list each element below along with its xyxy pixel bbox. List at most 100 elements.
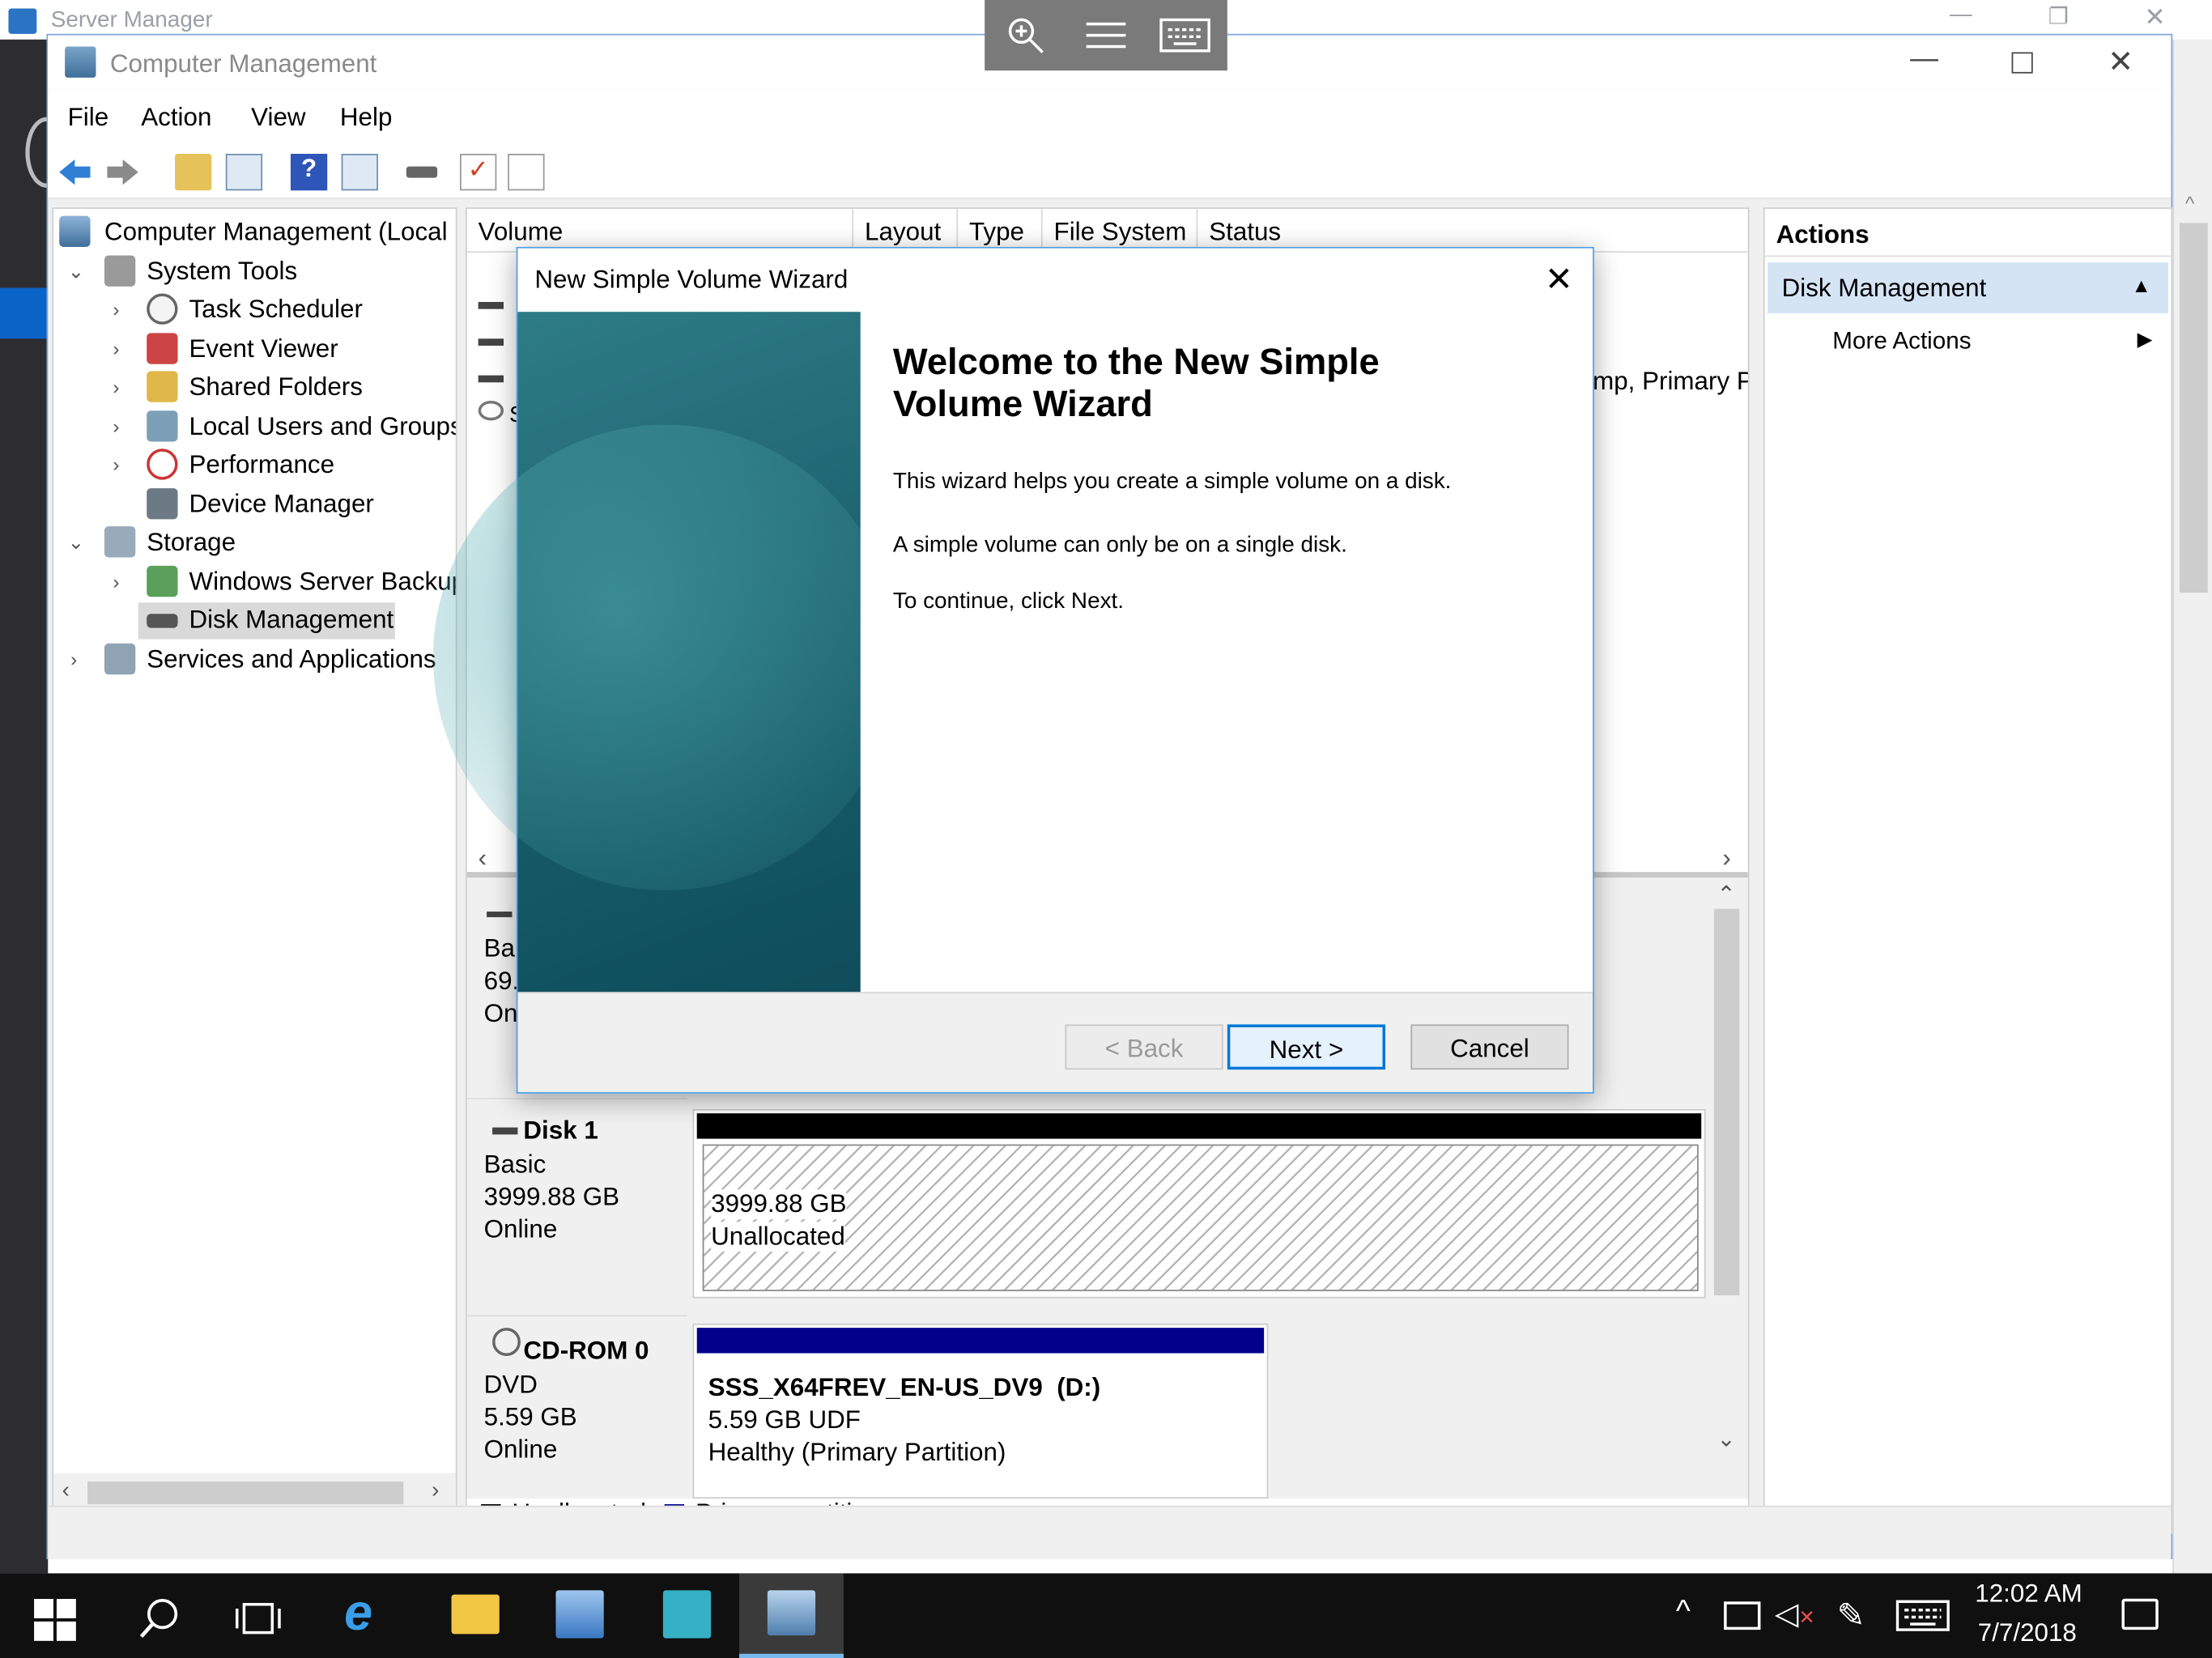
zoom-icon[interactable] xyxy=(1005,14,1047,56)
clock-time[interactable]: 12:02 AM xyxy=(1975,1579,2082,1609)
disk1-unallocated-partition[interactable]: 3999.88 GB Unallocated xyxy=(692,1108,1706,1299)
checklist-icon[interactable]: ✓ xyxy=(460,153,497,191)
tree-performance[interactable]: › Performance xyxy=(59,448,456,484)
actions-more-actions[interactable]: More Actions ▶ xyxy=(1767,319,2168,364)
chevron-right-icon[interactable]: › xyxy=(113,453,119,475)
show-action-pane-icon[interactable] xyxy=(341,153,378,191)
tree-event-viewer[interactable]: › Event Viewer xyxy=(59,332,456,368)
search-icon[interactable] xyxy=(135,1596,183,1641)
network-icon[interactable] xyxy=(1724,1601,1761,1630)
cd-row-icon xyxy=(478,401,504,421)
close-button[interactable]: ✕ xyxy=(2108,44,2133,80)
scroll-right-icon[interactable]: › xyxy=(432,1479,439,1504)
tree-root[interactable]: Computer Management (Local xyxy=(59,215,456,251)
tree-device-manager[interactable]: Device Manager xyxy=(59,487,456,523)
bg-minimize-button[interactable]: — xyxy=(1950,2,1972,28)
scroll-thumb[interactable] xyxy=(2179,223,2208,593)
task-view-icon[interactable] xyxy=(234,1596,282,1641)
column-volume[interactable]: Volume xyxy=(467,208,854,252)
show-hide-tree-icon[interactable] xyxy=(225,153,263,191)
actions-section-disk-management[interactable]: Disk Management ▲ xyxy=(1767,262,2168,313)
scroll-down-icon[interactable]: ⌄ xyxy=(1716,1425,1735,1453)
tree-services-applications[interactable]: › Services and Applications xyxy=(59,642,456,678)
scroll-up-icon[interactable]: ^ xyxy=(2185,192,2194,215)
tree-system-tools[interactable]: ⌄ System Tools xyxy=(59,254,456,291)
column-file-system[interactable]: File System xyxy=(1043,208,1198,252)
maximize-button[interactable] xyxy=(2011,52,2033,74)
windows-store-icon[interactable] xyxy=(662,1590,712,1639)
server-manager-sidebar xyxy=(0,39,68,1574)
file-explorer-icon[interactable] xyxy=(451,1594,500,1635)
internet-explorer-icon[interactable]: e xyxy=(344,1584,392,1640)
chevron-down-icon[interactable]: ⌄ xyxy=(68,530,84,555)
tree-task-scheduler[interactable]: › Task Scheduler xyxy=(59,292,456,329)
chevron-down-icon[interactable]: ⌄ xyxy=(68,260,84,284)
scroll-up-icon[interactable]: ⌃ xyxy=(1716,881,1735,909)
chevron-right-icon[interactable]: › xyxy=(113,298,119,321)
server-manager-scrollbar[interactable]: ^ xyxy=(2172,39,2212,1574)
dialog-close-button[interactable]: ✕ xyxy=(1545,260,1573,301)
show-hidden-icons-icon[interactable]: ^ xyxy=(1676,1593,1691,1630)
wizard-heading-line2: Volume Wizard xyxy=(892,382,1153,425)
sidebar-selected-item[interactable] xyxy=(0,287,49,339)
connect-disk-icon[interactable] xyxy=(406,154,443,190)
tree-disk-management[interactable]: Disk Management xyxy=(138,602,395,640)
column-status[interactable]: Status xyxy=(1197,209,1748,251)
pen-icon[interactable]: ✎ xyxy=(1837,1596,1865,1637)
chevron-right-icon[interactable]: › xyxy=(113,376,119,398)
menu-help[interactable]: Help xyxy=(340,103,393,133)
server-manager-icon xyxy=(8,8,37,34)
dialog-titlebar: New Simple Volume Wizard ✕ xyxy=(517,248,1593,312)
graphical-vscrollbar[interactable]: ⌃ ⌄ xyxy=(1708,878,1746,1462)
chevron-right-icon[interactable]: › xyxy=(113,338,119,360)
scroll-left-icon[interactable]: ‹ xyxy=(479,844,487,874)
notifications-icon[interactable] xyxy=(2121,1598,2159,1630)
device-manager-icon xyxy=(147,488,178,520)
scroll-left-icon[interactable]: ‹ xyxy=(62,1479,70,1504)
computer-management-taskbar-button[interactable] xyxy=(738,1573,844,1658)
menu-icon[interactable] xyxy=(1083,17,1129,53)
tree-shared-folders[interactable]: › Shared Folders xyxy=(59,370,456,406)
keyboard-icon[interactable] xyxy=(1159,18,1210,53)
next-button[interactable]: Next > xyxy=(1227,1024,1385,1070)
cdrom-volume[interactable]: SSS_X64FREV_EN-US_DV9 (D:) 5.59 GB UDF H… xyxy=(692,1323,1269,1499)
back-button[interactable]: < Back xyxy=(1065,1024,1223,1070)
tree-storage[interactable]: ⌄ Storage xyxy=(59,525,456,561)
menu-action[interactable]: Action xyxy=(141,103,211,133)
event-viewer-icon xyxy=(147,333,178,364)
column-layout[interactable]: Layout xyxy=(853,208,959,252)
menu-file[interactable]: File xyxy=(68,103,109,133)
taskbar: e ^ ◁✕ ✎ 12:02 AM 7/7/2018 xyxy=(0,1573,2212,1658)
actions-pane: Actions Disk Management ▲ More Actions ▶ xyxy=(1763,207,2173,1534)
chevron-right-icon[interactable]: › xyxy=(113,414,119,437)
scroll-right-icon[interactable]: › xyxy=(1722,844,1730,874)
help-icon[interactable]: ? xyxy=(290,153,328,191)
graphical-scroll-thumb[interactable] xyxy=(1713,908,1740,1296)
volume-muted-icon[interactable]: ◁✕ xyxy=(1775,1596,1815,1632)
up-folder-icon[interactable] xyxy=(175,153,212,191)
back-arrow-icon[interactable] xyxy=(57,154,93,190)
bg-close-button[interactable]: ✕ xyxy=(2144,2,2165,32)
bg-restore-button[interactable]: ❐ xyxy=(2048,2,2069,31)
minimize-button[interactable]: — xyxy=(1910,44,1938,76)
cdrom-info[interactable]: CD-ROM 0 DVD 5.59 GB Online xyxy=(466,1315,687,1499)
wizard-description-1: This wizard helps you create a simple vo… xyxy=(892,470,1452,495)
properties-icon[interactable] xyxy=(508,153,545,191)
menu-view[interactable]: View xyxy=(251,103,305,133)
services-icon xyxy=(104,643,136,675)
clock-date[interactable]: 7/7/2018 xyxy=(1978,1618,2077,1648)
cancel-button[interactable]: Cancel xyxy=(1410,1024,1569,1070)
windows-start-icon[interactable] xyxy=(31,1597,79,1643)
tree-local-users[interactable]: › Local Users and Groups xyxy=(59,409,456,445)
forward-arrow-icon[interactable] xyxy=(104,154,141,190)
collapse-triangle-icon[interactable]: ▲ xyxy=(2132,274,2151,296)
disk1-info[interactable]: Disk 1 Basic 3999.88 GB Online xyxy=(466,1098,687,1310)
chevron-right-icon[interactable]: › xyxy=(113,570,119,593)
shared-folder-icon xyxy=(147,371,178,402)
chevron-right-icon[interactable]: › xyxy=(70,648,77,670)
touch-keyboard-icon[interactable] xyxy=(1895,1600,1950,1631)
tree-scroll-thumb[interactable] xyxy=(87,1482,404,1505)
server-manager-taskbar-icon[interactable] xyxy=(555,1590,604,1639)
column-type[interactable]: Type xyxy=(958,208,1043,252)
tree-windows-server-backup[interactable]: › Windows Server Backup xyxy=(59,564,456,601)
